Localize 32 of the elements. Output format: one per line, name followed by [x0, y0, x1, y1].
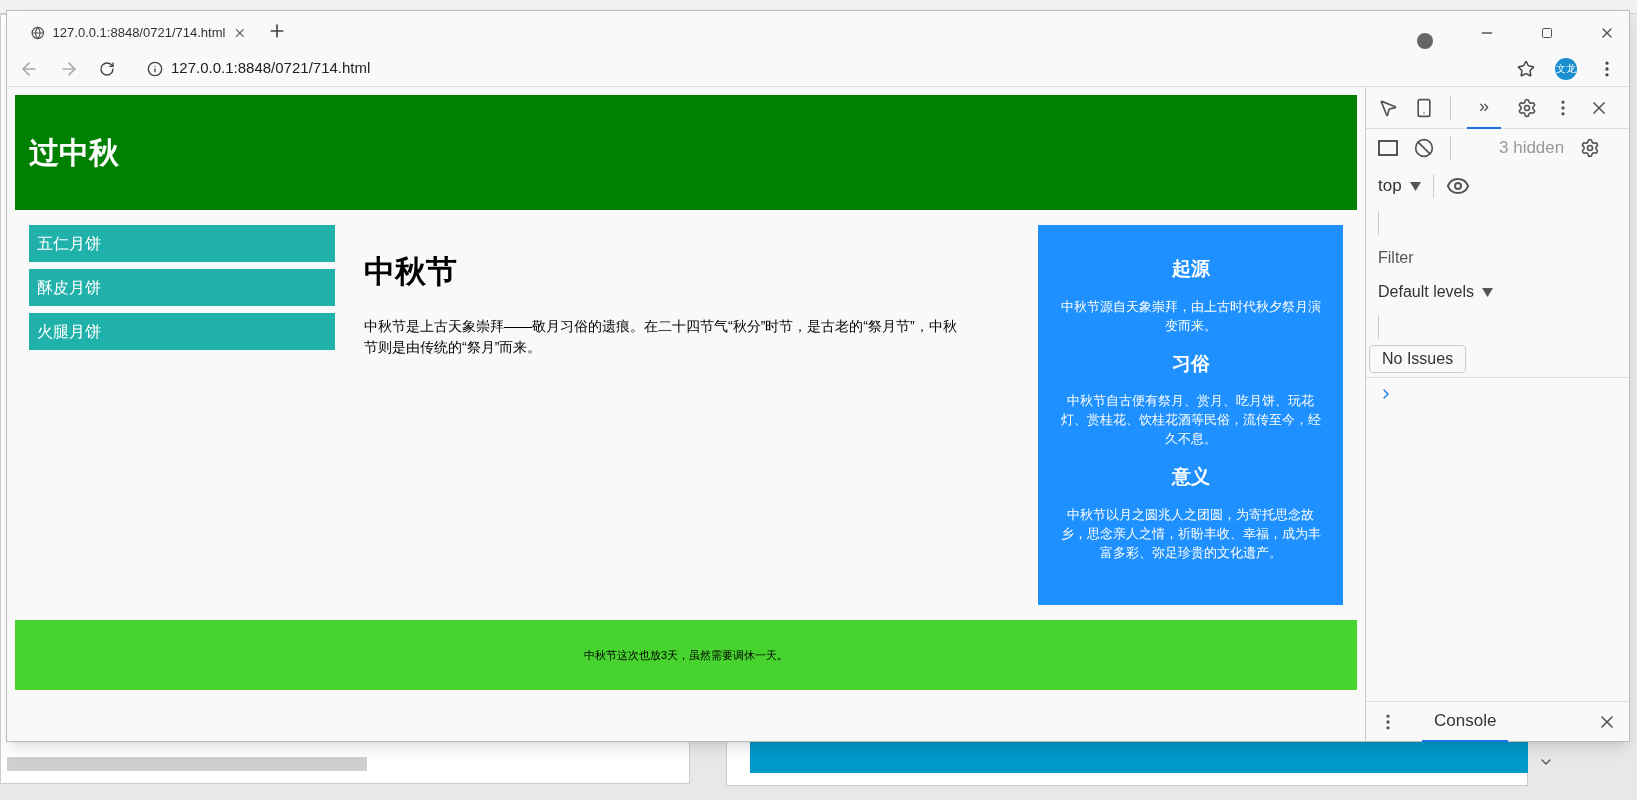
reload-icon[interactable] — [99, 60, 115, 77]
bookmark-star-icon[interactable] — [1517, 59, 1535, 78]
issues-button[interactable]: No Issues — [1369, 345, 1467, 373]
globe-icon — [31, 25, 45, 41]
header-title: 过中秋 — [29, 135, 119, 171]
address-field[interactable]: 127.0.0.1:8848/0721/714.html — [171, 57, 371, 80]
sidebar-toggle-icon[interactable] — [1378, 140, 1398, 156]
aside-heading: 意义 — [1171, 465, 1210, 489]
footer-text: 中秋节这次也放3天，虽然需要调休一天。 — [583, 647, 789, 663]
aside-text: 中秋节以月之圆兆人之团圆，为寄托思念故乡，思念亲人之情，祈盼丰收、幸福，成为丰富多彩、弥足珍贵的文化遗产。 — [1059, 506, 1322, 562]
aside-text: 中秋节自古便有祭月、赏月、吃月饼、玩花灯、赏桂花、饮桂花酒等民俗，流传至今，经久不息。 — [1059, 393, 1322, 448]
aside-heading: 习俗 — [1171, 351, 1210, 376]
more-tabs[interactable]: » — [1467, 86, 1501, 129]
aside-text: 中秋节源自天象崇拜，由上古时代秋夕祭月演变而来。 — [1059, 298, 1322, 335]
hidden-count: 3 hidden — [1499, 137, 1565, 160]
dropdown-caret-icon — [1409, 181, 1421, 191]
settings-icon[interactable] — [1517, 97, 1537, 118]
dropdown-caret-icon — [1482, 287, 1494, 297]
levels-dropdown[interactable]: Default levels — [1378, 275, 1617, 309]
aside-heading: 起源 — [1171, 257, 1210, 281]
clear-icon[interactable] — [1414, 138, 1434, 158]
maximize-icon[interactable] — [1541, 27, 1553, 39]
media-icon[interactable] — [1417, 33, 1433, 49]
article-text: 中秋节是上古天象崇拜——敬月习俗的遗痕。在二十四节气“秋分”时节，是古老的“祭月节”，中秋节则是由传统的“祭月”而来。 — [364, 316, 958, 357]
device-icon[interactable] — [1414, 97, 1434, 118]
filter-field[interactable]: Filter — [1378, 241, 1617, 275]
context-dropdown[interactable]: top — [1378, 173, 1421, 199]
info-icon — [147, 60, 163, 77]
settings-icon[interactable] — [1580, 138, 1601, 158]
drawer-tab[interactable]: Console — [1422, 701, 1509, 742]
article-title: 中秋节 — [364, 253, 458, 291]
profile-avatar[interactable]: 文龙 — [1555, 57, 1577, 80]
